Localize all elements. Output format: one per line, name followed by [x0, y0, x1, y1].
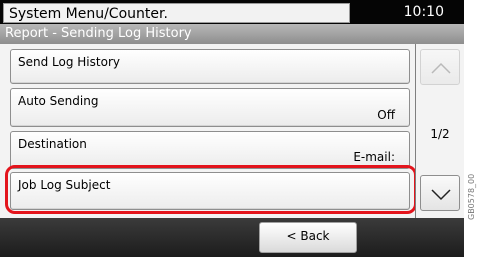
status-bar: System Menu/Counter. 10:10	[0, 0, 464, 24]
clock: 10:10	[403, 4, 444, 20]
page-indicator: 1/2	[430, 127, 450, 141]
scroll-up-button[interactable]	[420, 49, 460, 85]
auto-sending-button[interactable]: Auto Sending Off	[10, 88, 410, 127]
figure-code: GB0578_00	[467, 173, 476, 220]
scroll-controls: 1/2	[416, 44, 464, 218]
item-label: Auto Sending	[18, 94, 99, 108]
menu-title: System Menu/Counter.	[9, 6, 168, 22]
chevron-down-icon	[431, 189, 451, 201]
screen-subtitle: Report - Sending Log History	[5, 26, 192, 41]
chevron-up-icon	[431, 62, 451, 74]
scroll-down-button[interactable]	[420, 175, 460, 211]
item-label: Send Log History	[18, 55, 120, 69]
item-label: Destination	[18, 137, 87, 151]
back-button[interactable]: < Back	[259, 222, 357, 253]
back-label: < Back	[286, 229, 330, 243]
destination-button[interactable]: Destination E-mail:	[10, 131, 410, 169]
breadcrumb-bar: Report - Sending Log History	[0, 24, 464, 44]
highlight-frame	[5, 165, 417, 214]
title-field: System Menu/Counter.	[3, 3, 350, 23]
device-screen: System Menu/Counter. 10:10 Report - Send…	[0, 0, 464, 257]
bottom-bar: < Back	[0, 218, 464, 257]
send-log-history-button[interactable]: Send Log History	[10, 49, 410, 84]
item-value: Off	[377, 108, 395, 122]
item-value: E-mail:	[353, 150, 395, 164]
